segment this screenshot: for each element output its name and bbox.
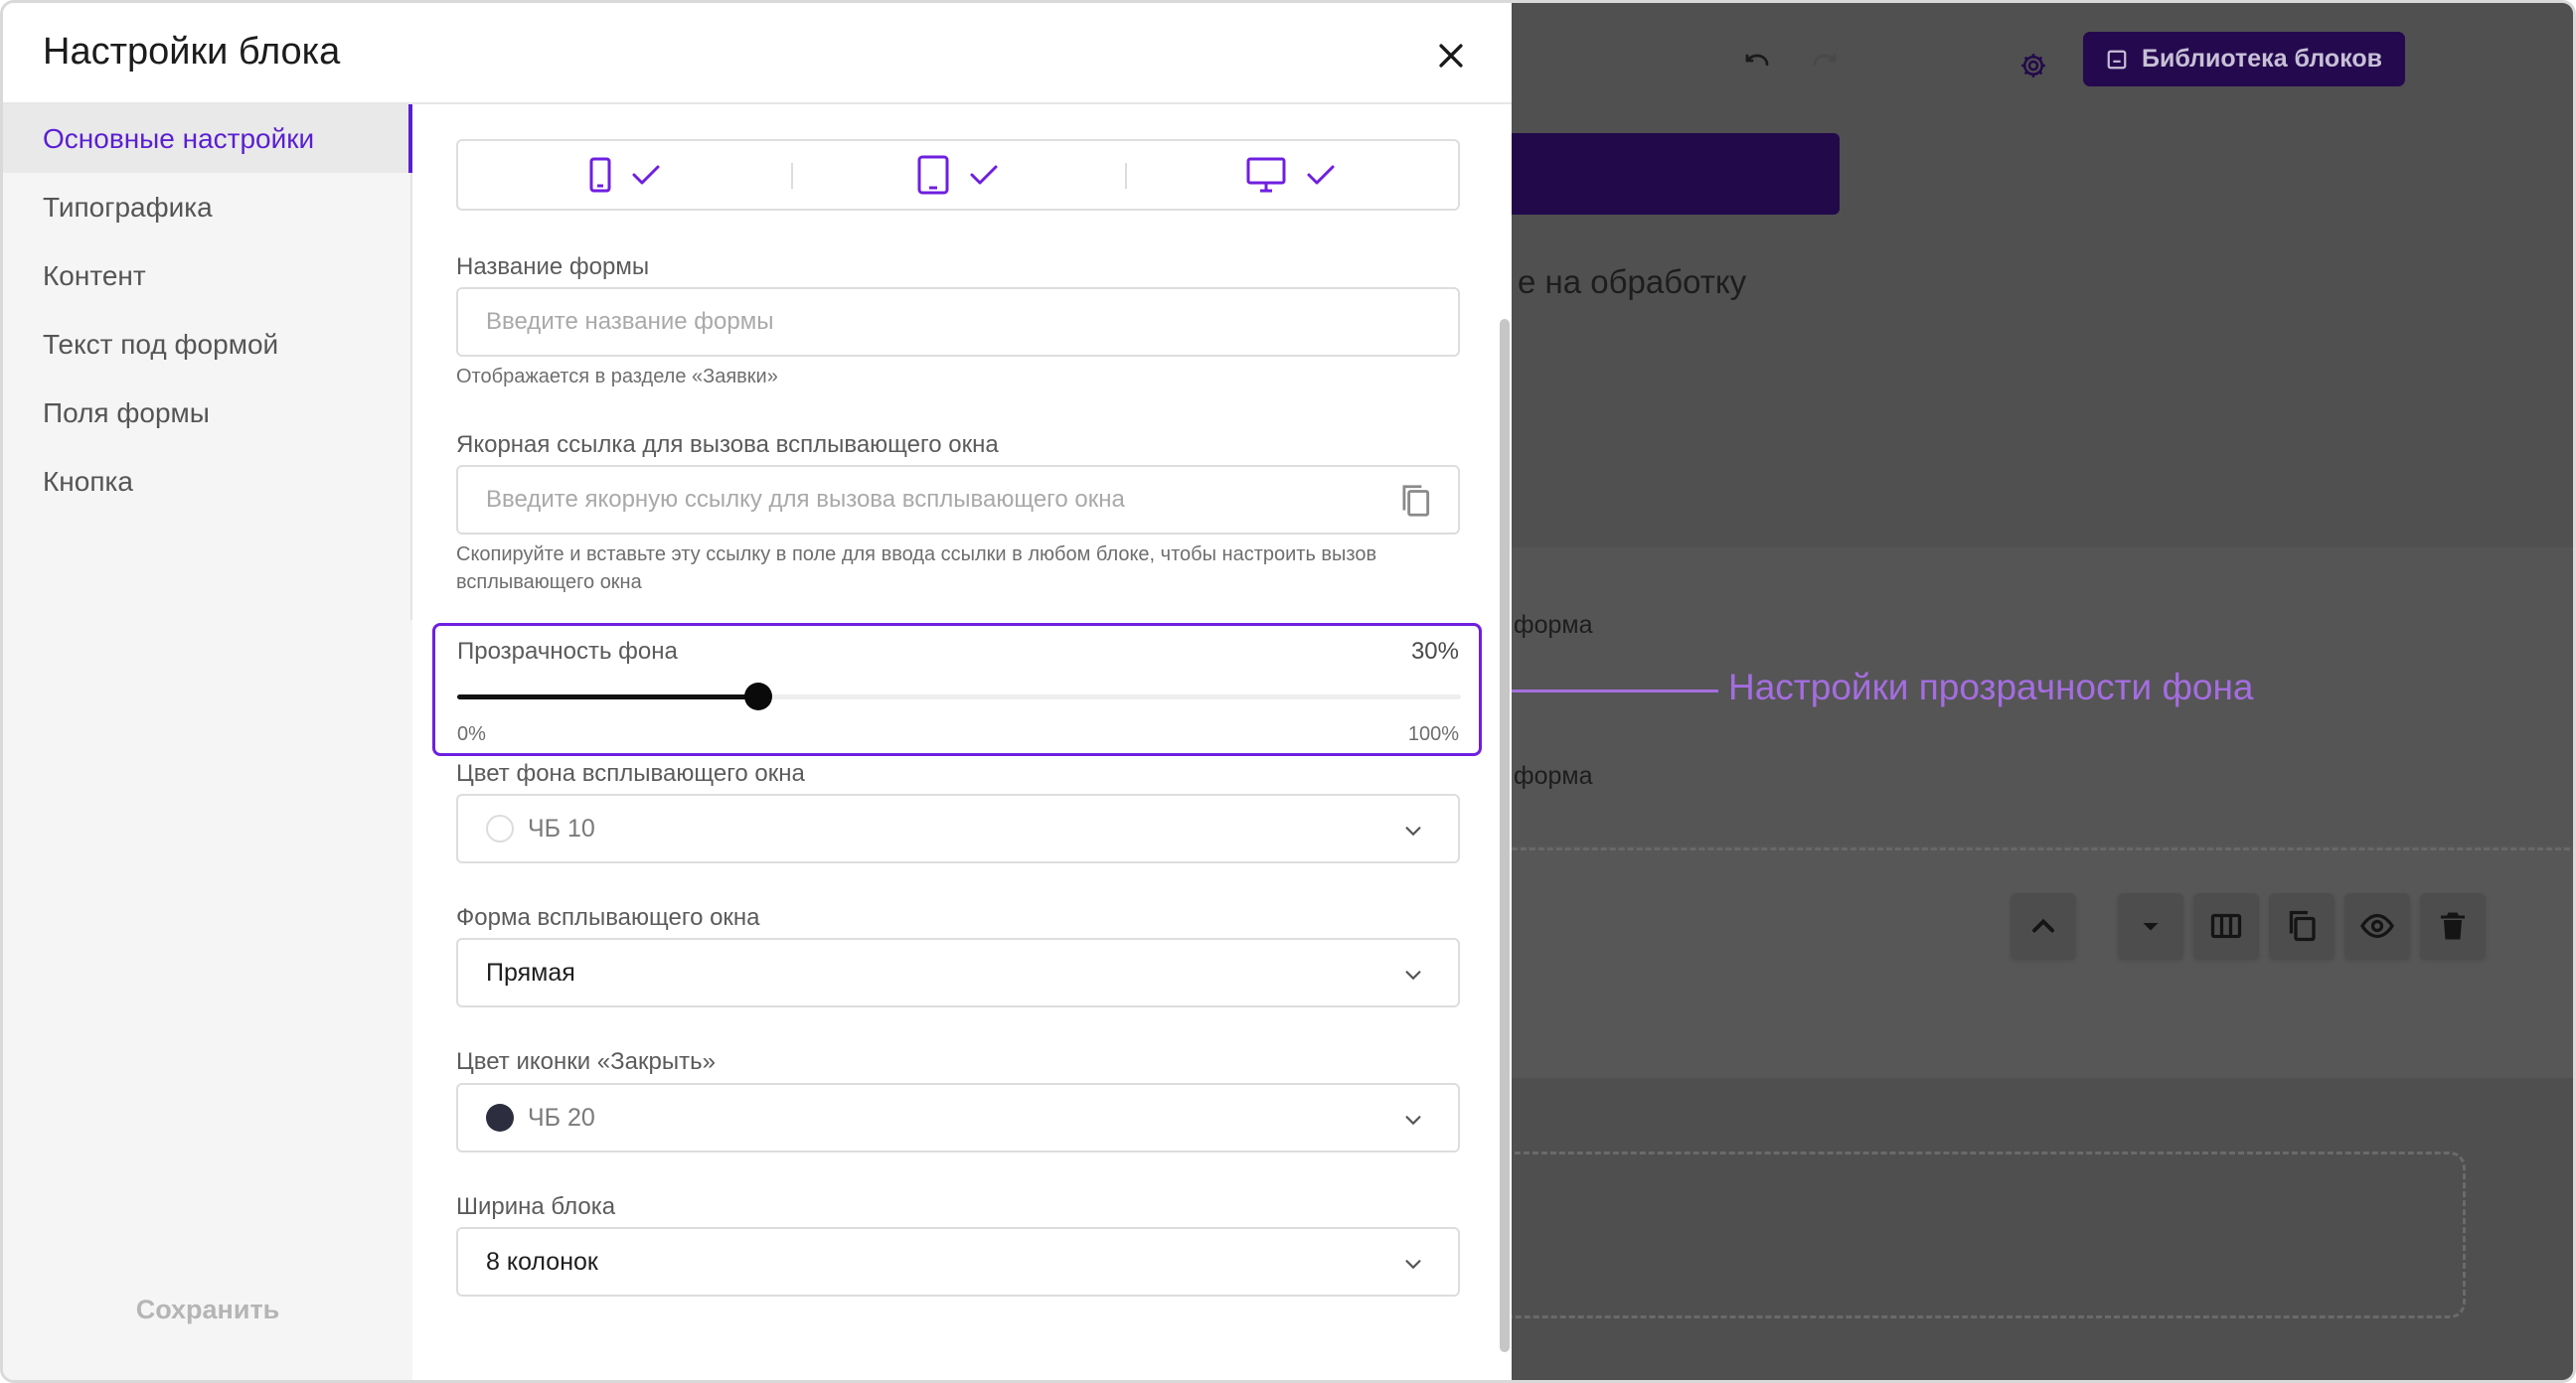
tablet-toggle[interactable]: [791, 141, 1124, 209]
color-swatch: [486, 815, 514, 843]
trash-icon: [2441, 912, 2465, 940]
screenshot-frame: Библиотека блоков е на обработку форма ф…: [0, 0, 2576, 1383]
chevron-down-icon: [1405, 1116, 1421, 1126]
chevron-up-icon: [2032, 918, 2054, 933]
opacity-value: 30%: [1410, 638, 1459, 665]
chevron-down-icon: [1405, 1260, 1421, 1270]
undo-icon: [1745, 54, 1769, 67]
opacity-max-label: 100%: [1407, 723, 1459, 745]
nav-item-form-fields[interactable]: Поля формы: [3, 379, 412, 447]
color-swatch: [486, 1104, 514, 1132]
block-settings-modal: Настройки блока Основные настройки Типог…: [3, 3, 1512, 1380]
form-button-preview: [1512, 133, 1840, 215]
delete-button[interactable]: [2420, 893, 2486, 959]
callout-label: Настройки прозрачности фона: [1728, 667, 2254, 707]
background-form-label: форма: [1514, 762, 1593, 790]
opacity-slider-thumb[interactable]: [744, 683, 772, 710]
settings-button[interactable]: [2005, 37, 2062, 94]
opacity-slider-fill: [457, 694, 758, 699]
shape-select[interactable]: Прямая: [456, 938, 1460, 1007]
callout-line: [1490, 690, 1718, 692]
redo-button[interactable]: [1796, 37, 1853, 94]
chevron-down-icon: [1405, 827, 1421, 837]
block-library-label: Библиотека блоков: [2141, 45, 2383, 73]
nav-item-text-under-form[interactable]: Текст под формой: [3, 310, 412, 379]
desktop-toggle[interactable]: [1124, 141, 1458, 209]
caret-down-icon: [2143, 923, 2159, 931]
form-name-hint: Отображается в разделе «Заявки»: [456, 366, 778, 387]
block-width-select[interactable]: 8 колонок: [456, 1227, 1460, 1297]
move-down-button[interactable]: [2118, 893, 2183, 959]
close-color-select[interactable]: ЧБ 20: [456, 1083, 1460, 1152]
redo-icon: [1813, 54, 1837, 67]
bg-color-value: ЧБ 10: [528, 814, 595, 843]
opacity-min-label: 0%: [457, 723, 486, 745]
modal-title: Настройки блока: [43, 31, 341, 73]
background-text: е на обработку: [1518, 263, 1747, 300]
bg-color-select[interactable]: ЧБ 10: [456, 794, 1460, 863]
block-width-value: 8 колонок: [486, 1247, 598, 1276]
tablet-icon: [917, 155, 949, 195]
add-block-dropzone[interactable]: [1512, 1152, 2466, 1318]
library-icon: [2107, 50, 2127, 69]
copy-icon: [2289, 910, 2316, 942]
check-icon: [1307, 165, 1335, 185]
anchor-link-field: [456, 465, 1460, 535]
settings-nav: Основные настройки Типографика Контент Т…: [3, 104, 412, 1380]
nav-divider: [410, 173, 412, 620]
chevron-down-icon: [1405, 971, 1421, 981]
duplicate-button[interactable]: [2269, 893, 2334, 959]
mobile-toggle[interactable]: [458, 141, 791, 209]
form-name-field: [456, 287, 1460, 357]
move-up-button[interactable]: [2011, 893, 2076, 959]
form-name-input[interactable]: [486, 289, 1380, 355]
block-toolbar: [2011, 893, 2496, 963]
copy-icon[interactable]: [1396, 481, 1434, 521]
anchor-link-label: Якорная ссылка для вызова всплывающего о…: [456, 431, 999, 458]
anchor-link-hint: Скопируйте и вставьте эту ссылку в поле …: [456, 543, 1377, 593]
columns-icon: [2210, 913, 2242, 939]
background-form-label: форма: [1514, 611, 1593, 639]
section-divider: [1512, 847, 2573, 850]
opacity-label: Прозрачность фона: [457, 638, 678, 665]
eye-icon: [2360, 913, 2394, 939]
check-icon: [632, 165, 660, 185]
mobile-icon: [589, 157, 611, 193]
close-color-label: Цвет иконки «Закрыть»: [456, 1048, 716, 1075]
block-width-label: Ширина блока: [456, 1193, 616, 1220]
nav-item-content[interactable]: Контент: [3, 241, 412, 310]
opacity-slider-track[interactable]: [457, 683, 1461, 710]
block-library-button[interactable]: Библиотека блоков: [2083, 32, 2405, 86]
scrollbar[interactable]: [1500, 319, 1510, 1352]
nav-item-basic-settings[interactable]: Основные настройки: [3, 104, 412, 173]
shape-value: Прямая: [486, 958, 575, 987]
preview-button[interactable]: [2344, 893, 2410, 959]
bg-color-label: Цвет фона всплывающего окна: [456, 760, 805, 787]
save-button[interactable]: Сохранить: [3, 1295, 412, 1325]
close-button[interactable]: [1428, 33, 1474, 78]
nav-item-typography[interactable]: Типографика: [3, 173, 412, 241]
anchor-link-input[interactable]: [486, 467, 1380, 533]
nav-item-button[interactable]: Кнопка: [3, 447, 412, 516]
undo-button[interactable]: [1728, 37, 1786, 94]
gear-icon: [2021, 54, 2045, 77]
close-icon: [1439, 44, 1463, 68]
form-name-label: Название формы: [456, 253, 650, 280]
desktop-icon: [1246, 157, 1286, 193]
opacity-setting-highlight: Прозрачность фона 30% 0% 100%: [432, 623, 1482, 756]
columns-button[interactable]: [2193, 893, 2259, 959]
modal-header: Настройки блока: [3, 3, 1512, 104]
close-color-value: ЧБ 20: [528, 1103, 595, 1132]
shape-label: Форма всплывающего окна: [456, 904, 760, 931]
device-visibility-toggles: [456, 139, 1460, 211]
check-icon: [970, 165, 998, 185]
